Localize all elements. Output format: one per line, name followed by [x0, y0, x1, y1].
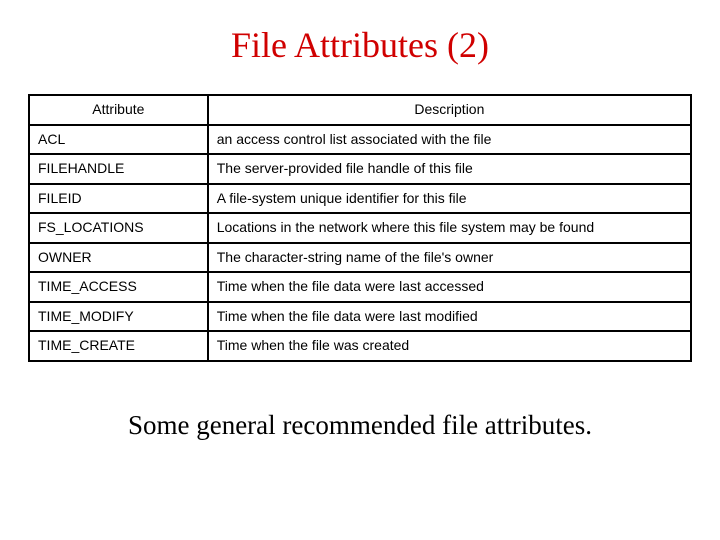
col-header-description: Description — [208, 95, 691, 125]
attr-cell: FILEID — [29, 184, 208, 214]
desc-cell: Locations in the network where this file… — [208, 213, 691, 243]
table-row: OWNER The character-string name of the f… — [29, 243, 691, 273]
desc-cell: an access control list associated with t… — [208, 125, 691, 155]
slide: File Attributes (2) Attribute Descriptio… — [0, 0, 720, 540]
table-row: FILEHANDLE The server-provided file hand… — [29, 154, 691, 184]
table-row: TIME_ACCESS Time when the file data were… — [29, 272, 691, 302]
col-header-attribute: Attribute — [29, 95, 208, 125]
desc-cell: Time when the file data were last access… — [208, 272, 691, 302]
desc-cell: The character-string name of the file's … — [208, 243, 691, 273]
attr-cell: TIME_CREATE — [29, 331, 208, 361]
attributes-table: Attribute Description ACL an access cont… — [28, 94, 692, 362]
desc-cell: Time when the file was created — [208, 331, 691, 361]
attr-cell: FS_LOCATIONS — [29, 213, 208, 243]
caption: Some general recommended file attributes… — [28, 410, 692, 441]
desc-cell: The server-provided file handle of this … — [208, 154, 691, 184]
attr-cell: ACL — [29, 125, 208, 155]
attr-cell: TIME_ACCESS — [29, 272, 208, 302]
attr-cell: TIME_MODIFY — [29, 302, 208, 332]
table-header-row: Attribute Description — [29, 95, 691, 125]
table-row: TIME_MODIFY Time when the file data were… — [29, 302, 691, 332]
attr-cell: OWNER — [29, 243, 208, 273]
attr-cell: FILEHANDLE — [29, 154, 208, 184]
table-row: ACL an access control list associated wi… — [29, 125, 691, 155]
page-title: File Attributes (2) — [28, 24, 692, 66]
desc-cell: A file-system unique identifier for this… — [208, 184, 691, 214]
desc-cell: Time when the file data were last modifi… — [208, 302, 691, 332]
table-row: FS_LOCATIONS Locations in the network wh… — [29, 213, 691, 243]
table-row: FILEID A file-system unique identifier f… — [29, 184, 691, 214]
table-row: TIME_CREATE Time when the file was creat… — [29, 331, 691, 361]
